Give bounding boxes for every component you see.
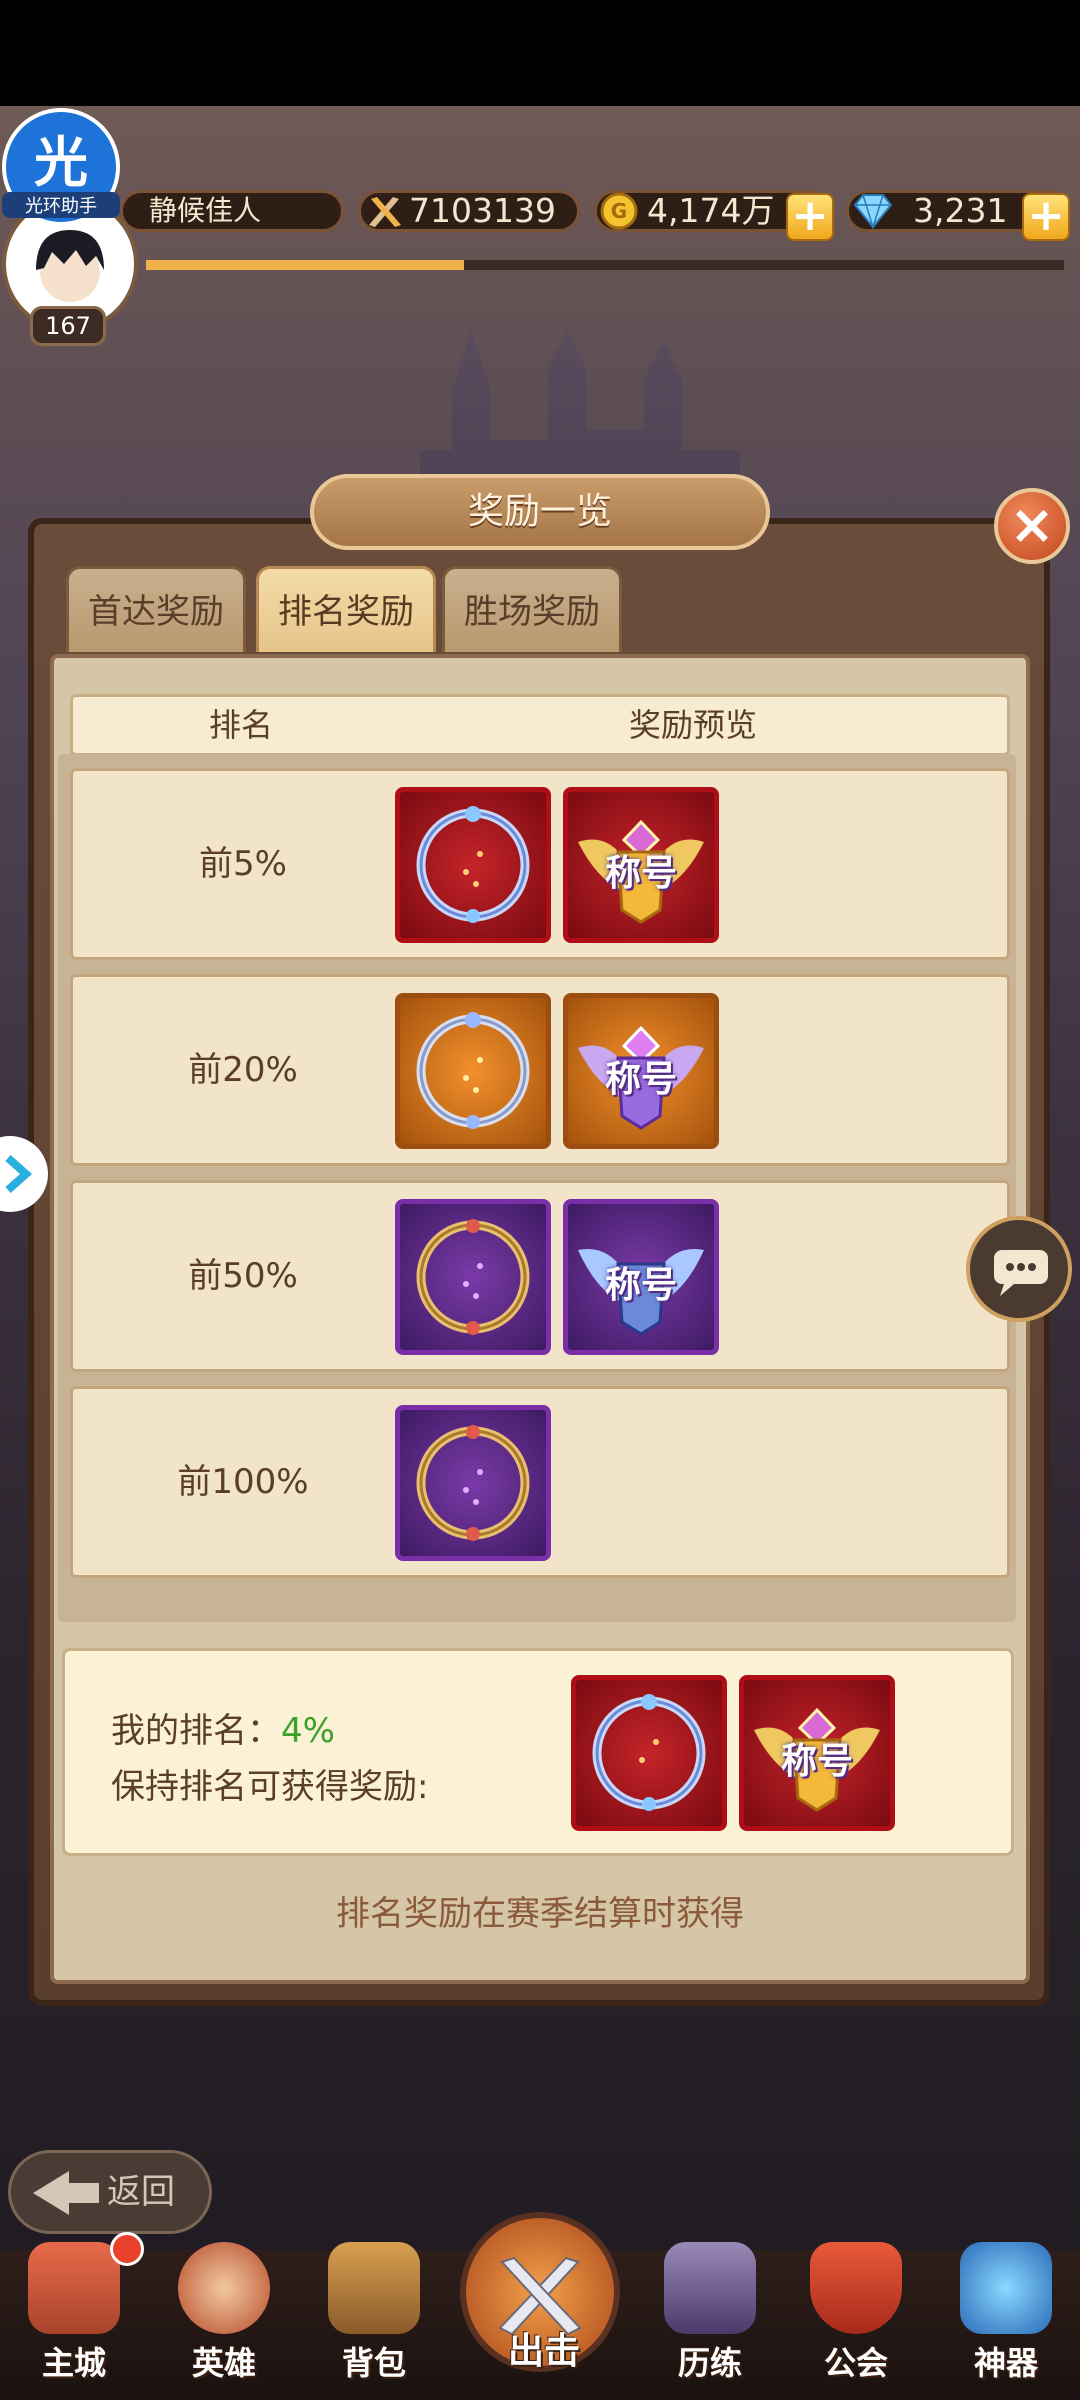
laurel-frame-icon [416, 1012, 530, 1129]
power-swords-icon [369, 197, 401, 227]
rank-label: 前100% [177, 1462, 309, 1502]
avatar-frame-reward[interactable] [395, 1405, 551, 1561]
backpack-icon [328, 2242, 420, 2334]
title-reward-text: 称号 [780, 1741, 853, 1782]
nav-label: 主城 [41, 2344, 106, 2382]
gold-value: 4,174万 [647, 191, 775, 230]
assistant-label: 光环助手 [2, 192, 120, 218]
laurel-frame-icon [416, 806, 530, 923]
status-bar [0, 0, 1080, 106]
laurel-frame-icon [416, 1219, 530, 1335]
power-bar: 7103139 [358, 190, 580, 232]
table-header: 排名 奖励预览 [70, 694, 1010, 756]
laurel-frame-icon [416, 1425, 530, 1541]
reward-row: 前100% [70, 1386, 1010, 1578]
my-rank-box: 我的排名：4% 保持排名可获得奖励: 称号 [62, 1648, 1014, 1856]
my-frame-reward[interactable] [571, 1675, 727, 1831]
rank-label: 前5% [199, 844, 287, 884]
training-icon [664, 2242, 756, 2334]
gem-value: 3,231 [913, 191, 1008, 230]
laurel-frame-icon [592, 1694, 706, 1811]
column-preview: 奖励预览 [629, 706, 758, 744]
title-reward-text: 称号 [604, 1059, 677, 1100]
nav-label: 背包 [341, 2344, 406, 2382]
gold-coin-icon: G [600, 192, 638, 230]
avatar-frame-reward[interactable] [395, 993, 551, 1149]
rank-label: 前20% [188, 1050, 298, 1090]
notification-dot [110, 2232, 144, 2266]
nav-label: 英雄 [191, 2344, 256, 2382]
add-gold-button[interactable]: + [786, 193, 834, 241]
tab-first-reward[interactable]: 首达奖励 [66, 566, 246, 652]
hero-icon [178, 2242, 270, 2334]
tab-rank-reward[interactable]: 排名奖励 [256, 566, 436, 652]
keep-rank-text: 保持排名可获得奖励: [111, 1767, 429, 1807]
artifact-icon [960, 2242, 1052, 2334]
reward-row: 前20% 称号 [70, 974, 1010, 1166]
player-name: 静候佳人 [149, 194, 262, 227]
avatar-frame-reward[interactable] [395, 1199, 551, 1355]
my-rank-line: 我的排名：4% [111, 1703, 335, 1752]
nav-label: 历练 [677, 2344, 742, 2382]
chat-bubble-icon [994, 1250, 1048, 1296]
player-name-bar: 静候佳人 [120, 190, 344, 232]
title-reward-text: 称号 [604, 853, 677, 894]
nav-label: 神器 [973, 2344, 1038, 2382]
exp-bar-fill [146, 260, 464, 270]
nav-main-city[interactable]: 主城 [14, 2242, 134, 2392]
dialog-title: 奖励一览 [310, 474, 770, 550]
castle-icon [28, 2242, 120, 2334]
add-gems-button[interactable]: + [1022, 193, 1070, 241]
title-reward[interactable]: 称号 [563, 1199, 719, 1355]
nav-label: 公会 [823, 2344, 888, 2382]
reward-footnote: 排名奖励在赛季结算时获得 [336, 1894, 744, 1934]
nav-backpack[interactable]: 背包 [314, 2242, 434, 2392]
rank-label: 前50% [188, 1256, 298, 1296]
player-level-badge: 167 [30, 306, 106, 346]
nav-guild[interactable]: 公会 [796, 2242, 916, 2392]
side-expand-button[interactable] [0, 1136, 48, 1212]
svg-text:G: G [611, 199, 627, 223]
nav-artifact[interactable]: 神器 [946, 2242, 1066, 2392]
column-rank: 排名 [209, 706, 274, 744]
nav-training[interactable]: 历练 [650, 2242, 770, 2392]
reward-row: 前50% 称号 [70, 1180, 1010, 1372]
assistant-floating-button[interactable]: 光 光环助手 [2, 108, 120, 226]
my-rank-label: 我的排名： [111, 1711, 281, 1751]
title-reward[interactable]: 称号 [563, 993, 719, 1149]
my-rank-value: 4% [281, 1711, 335, 1751]
avatar-frame-reward[interactable] [395, 787, 551, 943]
power-value: 7103139 [409, 191, 556, 230]
title-reward[interactable]: 称号 [563, 787, 719, 943]
chevron-right-icon [5, 1155, 33, 1193]
back-label: 返回 [107, 2172, 175, 2212]
tab-win-reward[interactable]: 胜场奖励 [442, 566, 622, 652]
my-title-reward[interactable]: 称号 [739, 1675, 895, 1831]
back-arrow-tail [63, 2183, 99, 2203]
nav-label: 出击 [507, 2331, 580, 2372]
chat-button[interactable] [966, 1216, 1072, 1322]
title-reward-text: 称号 [604, 1265, 677, 1306]
nav-heroes[interactable]: 英雄 [164, 2242, 284, 2392]
close-button[interactable]: × [994, 488, 1070, 564]
assistant-char: 光 [34, 131, 88, 194]
reward-row: 前5% 称号 [70, 768, 1010, 960]
nav-attack[interactable]: 出击 [460, 2212, 620, 2372]
diamond-icon [853, 194, 893, 230]
guild-shield-icon [810, 2242, 902, 2334]
back-button[interactable]: 返回 [8, 2150, 212, 2234]
